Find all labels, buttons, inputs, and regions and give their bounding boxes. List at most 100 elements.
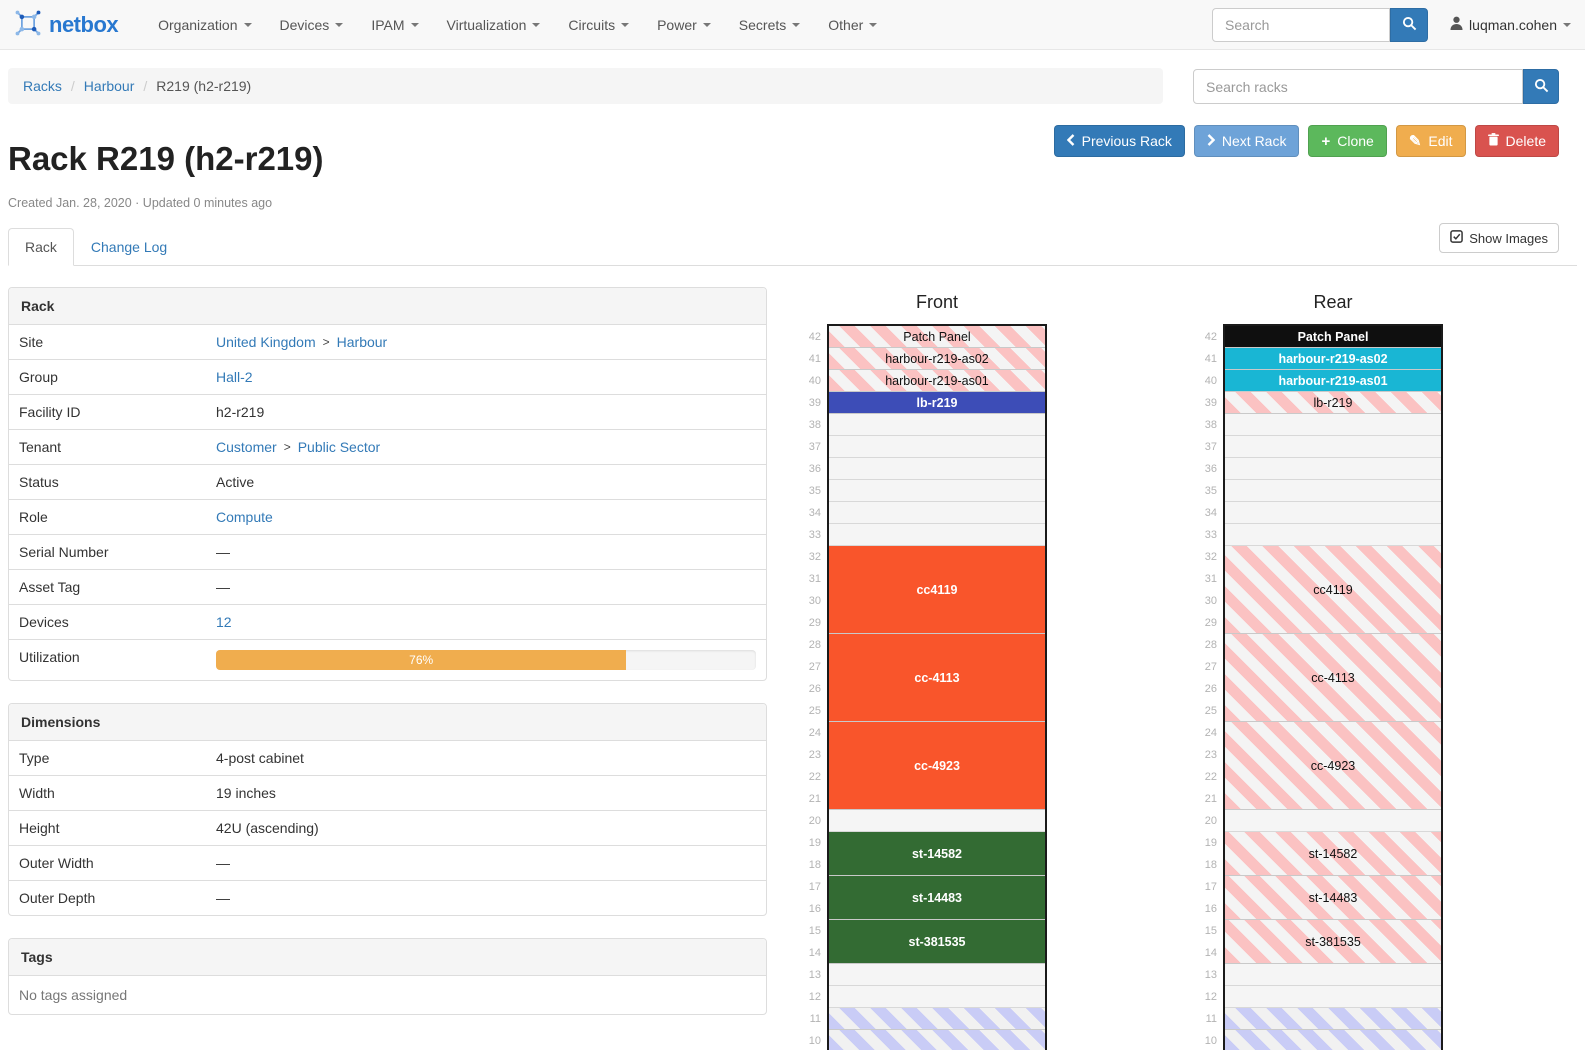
unit-number: 31 [1187,568,1217,590]
rack-slot[interactable]: st-381535 [829,920,1045,964]
tags-empty-text: No tags assigned [9,976,766,1014]
nav-menu-ipam[interactable]: IPAM [357,0,432,50]
rack-slot[interactable]: lb-r219 [1225,392,1441,414]
row-value-text: h2-r219 [216,404,264,420]
unit-number: 28 [1187,634,1217,656]
rack-slot[interactable]: harbour-r219-as02 [829,348,1045,370]
global-search-input[interactable] [1212,8,1390,42]
rack-unit-empty[interactable] [829,436,1045,458]
nav-menu-label: Devices [280,17,330,33]
rack-unit-empty[interactable] [829,502,1045,524]
rack-slot[interactable]: st-14483 [829,876,1045,920]
rack-slot[interactable]: st-14483 [1225,876,1441,920]
tags-panel: Tags No tags assigned [8,938,767,1015]
rack-slot[interactable]: harbour-r219-as01 [829,370,1045,392]
edit-button[interactable]: ✎ Edit [1396,125,1466,157]
netbox-logo[interactable]: netbox [14,9,118,40]
table-row: Height42U (ascending) [9,810,766,845]
rack-unit-empty[interactable] [829,810,1045,832]
row-value-link[interactable]: Harbour [337,334,388,350]
rack-slot[interactable]: cc4119 [1225,546,1441,634]
show-images-button[interactable]: Show Images [1439,223,1559,253]
rack-reservation[interactable] [829,1008,1045,1030]
unit-number: 11 [1187,1008,1217,1030]
rack-slot[interactable]: lb-r219 [829,392,1045,414]
rack-slot[interactable]: st-381535 [1225,920,1441,964]
chevron-right-icon [1207,133,1215,149]
unit-number: 20 [1187,810,1217,832]
rack-unit-empty[interactable] [1225,414,1441,436]
rack-unit-empty[interactable] [1225,480,1441,502]
rack-search-input[interactable] [1193,69,1523,104]
unit-number: 26 [791,678,821,700]
nav-menu-secrets[interactable]: Secrets [725,0,814,50]
row-value: 19 inches [206,776,766,810]
rack-slot[interactable]: Patch Panel [829,326,1045,348]
chevron-down-icon [621,23,629,27]
previous-rack-button[interactable]: Previous Rack [1054,125,1185,157]
nav-menu-devices[interactable]: Devices [266,0,358,50]
row-value-link[interactable]: 12 [216,614,232,630]
rack-slot[interactable]: cc4119 [829,546,1045,634]
rack-slot[interactable]: harbour-r219-as01 [1225,370,1441,392]
row-value-link[interactable]: United Kingdom [216,334,316,350]
row-label: Serial Number [9,535,206,569]
clone-button[interactable]: + Clone [1308,125,1386,157]
rack-slot[interactable]: Patch Panel [1225,326,1441,348]
delete-button[interactable]: Delete [1475,125,1559,157]
global-search-button[interactable] [1390,8,1428,42]
row-value-link[interactable]: Hall-2 [216,369,253,385]
row-label: Height [9,811,206,845]
rack-slot[interactable]: harbour-r219-as02 [1225,348,1441,370]
rack-reservation[interactable] [1225,1008,1441,1030]
rack-unit-empty[interactable] [1225,524,1441,546]
rack-slot[interactable]: cc-4923 [829,722,1045,810]
rack-unit-empty[interactable] [829,524,1045,546]
unit-number: 42 [1187,326,1217,348]
row-value-link[interactable]: Customer [216,439,277,455]
tab-change-log[interactable]: Change Log [74,228,184,266]
next-rack-button[interactable]: Next Rack [1194,125,1300,157]
breadcrumb-item-2[interactable]: Harbour [84,78,135,94]
rack-reservation[interactable] [1225,1030,1441,1050]
rack-unit-empty[interactable] [829,964,1045,986]
nav-menu-power[interactable]: Power [643,0,725,50]
netbox-logo-icon [14,9,42,40]
table-row: TenantCustomer>Public Sector [9,429,766,464]
tab-rack[interactable]: Rack [8,228,74,266]
unit-number: 37 [1187,436,1217,458]
rack-reservation[interactable] [829,1030,1045,1050]
unit-number: 20 [791,810,821,832]
rack-search-button[interactable] [1523,69,1559,104]
rack-unit-empty[interactable] [829,414,1045,436]
row-value-link[interactable]: Public Sector [298,439,380,455]
row-value: Hall-2 [206,360,766,394]
table-row: Utilization76% [9,639,766,680]
nav-menu-other[interactable]: Other [814,0,891,50]
rack-unit-empty[interactable] [829,480,1045,502]
rack-unit-empty[interactable] [829,986,1045,1008]
rack-unit-empty[interactable] [1225,810,1441,832]
rack-unit-empty[interactable] [1225,986,1441,1008]
rack-slot[interactable]: st-14582 [829,832,1045,876]
nav-menu-virtualization[interactable]: Virtualization [433,0,555,50]
nav-menu-organization[interactable]: Organization [144,0,265,50]
chevron-down-icon [703,23,711,27]
rack-unit-empty[interactable] [1225,964,1441,986]
rack-unit-empty[interactable] [1225,436,1441,458]
unit-number: 25 [1187,700,1217,722]
rack-unit-empty[interactable] [1225,502,1441,524]
rack-slot[interactable]: cc-4923 [1225,722,1441,810]
rack-slot[interactable]: cc-4113 [829,634,1045,722]
nav-menu-circuits[interactable]: Circuits [554,0,643,50]
row-value-link[interactable]: Compute [216,509,273,525]
user-menu[interactable]: luqman.cohen [1450,16,1571,33]
rack-unit-empty[interactable] [829,458,1045,480]
rack-unit-empty[interactable] [1225,458,1441,480]
unit-number: 21 [1187,788,1217,810]
unit-number: 39 [791,392,821,414]
unit-number: 30 [1187,590,1217,612]
rack-slot[interactable]: cc-4113 [1225,634,1441,722]
breadcrumb-item-1[interactable]: Racks [23,78,62,94]
rack-slot[interactable]: st-14582 [1225,832,1441,876]
